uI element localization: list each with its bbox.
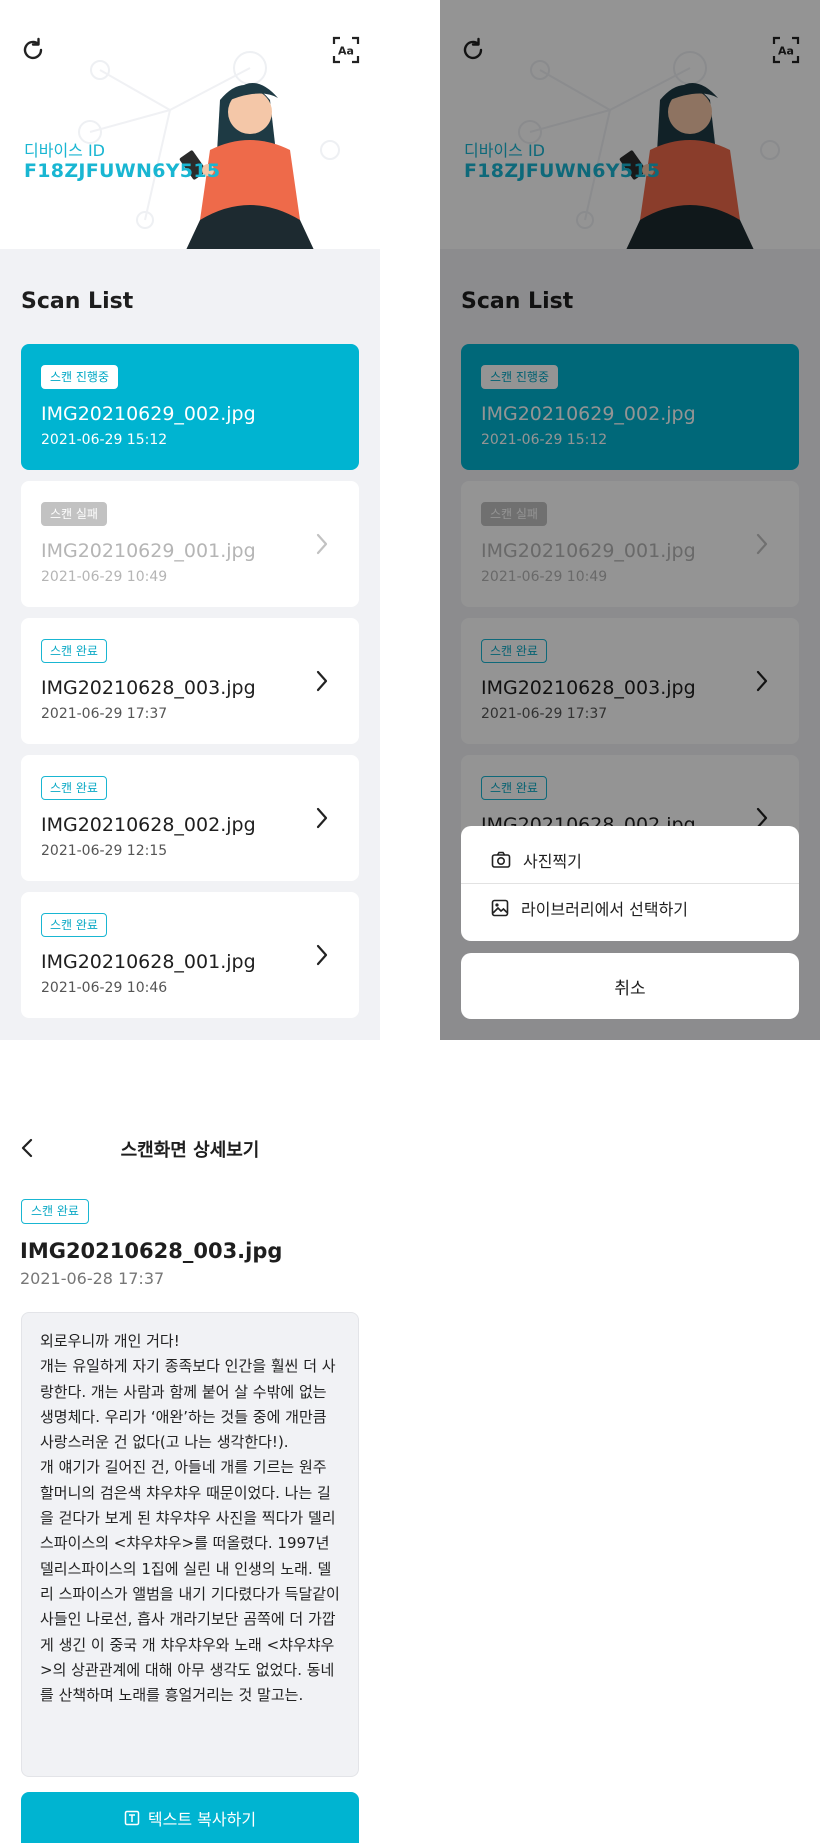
scan-item-done[interactable]: 스캔 완료 IMG20210628_001.jpg 2021-06-29 10:…: [21, 892, 359, 1018]
chevron-right-icon: [316, 533, 328, 555]
scan-item-failed[interactable]: 스캔 실패 IMG20210629_001.jpg 2021-06-29 10:…: [21, 481, 359, 607]
scan-item-in-progress[interactable]: 스캔 진행중 IMG20210629_002.jpg 2021-06-29 15…: [21, 344, 359, 470]
scan-date: 2021-06-28 17:37: [20, 1269, 165, 1288]
status-badge: 스캔 완료: [41, 639, 107, 663]
svg-text:Aa: Aa: [338, 45, 354, 58]
scan-file-name: IMG20210628_001.jpg: [41, 951, 256, 973]
scan-list-screen: Aa 디바이스 ID F18ZJFUWN6Y515 Scan List 스캔 진…: [0, 0, 380, 1040]
text-icon: [124, 1810, 140, 1825]
photo-source-action-sheet: 사진찍기 라이브러리에서 선택하기: [461, 826, 799, 941]
image-icon: [491, 899, 509, 917]
refresh-icon[interactable]: [17, 34, 49, 66]
font-size-icon[interactable]: Aa: [330, 34, 362, 66]
camera-icon: [491, 851, 511, 868]
take-photo-label: 사진찍기: [523, 852, 582, 871]
scan-date: 2021-06-29 12:15: [41, 843, 168, 859]
device-id-value: F18ZJFUWN6Y515: [24, 160, 221, 182]
scan-list-with-action-sheet: Aa 디바이스 ID F18ZJFUWN6Y515 Scan List 스캔 진…: [440, 0, 820, 1040]
cancel-button[interactable]: 취소: [461, 953, 799, 1019]
status-badge: 스캔 완료: [41, 776, 107, 800]
status-badge: 스캔 진행중: [41, 365, 119, 389]
scan-list-title: Scan List: [21, 289, 134, 314]
choose-from-library-option[interactable]: 라이브러리에서 선택하기: [461, 884, 799, 932]
scan-item-done[interactable]: 스캔 완료 IMG20210628_003.jpg 2021-06-29 17:…: [21, 618, 359, 744]
scan-date: 2021-06-29 10:49: [41, 569, 168, 585]
scan-file-name: IMG20210629_002.jpg: [41, 403, 256, 425]
device-id-label: 디바이스 ID: [24, 141, 106, 160]
scan-date: 2021-06-29 15:12: [41, 432, 168, 448]
take-photo-option[interactable]: 사진찍기: [461, 836, 799, 884]
scan-file-name: IMG20210628_003.jpg: [41, 677, 256, 699]
status-badge: 스캔 완료: [21, 1199, 89, 1224]
scan-file-name: IMG20210628_003.jpg: [20, 1239, 283, 1263]
scan-date: 2021-06-29 17:37: [41, 706, 168, 722]
choose-from-library-label: 라이브러리에서 선택하기: [521, 900, 689, 919]
scan-file-name: IMG20210629_001.jpg: [41, 540, 256, 562]
scan-item-done[interactable]: 스캔 완료 IMG20210628_002.jpg 2021-06-29 12:…: [21, 755, 359, 881]
chevron-right-icon: [316, 807, 328, 829]
copy-text-label: 텍스트 복사하기: [147, 1809, 257, 1829]
scan-file-name: IMG20210628_002.jpg: [41, 814, 256, 836]
scan-date: 2021-06-29 10:46: [41, 980, 168, 996]
device-header: Aa 디바이스 ID F18ZJFUWN6Y515: [0, 0, 380, 249]
copy-text-button[interactable]: 텍스트 복사하기: [21, 1792, 359, 1843]
scan-detail-screen: 스캔화면 상세보기 스캔 완료 IMG20210628_003.jpg 2021…: [0, 1100, 380, 1843]
status-badge: 스캔 실패: [41, 502, 107, 526]
chevron-right-icon: [316, 944, 328, 966]
status-badge: 스캔 완료: [41, 913, 107, 937]
chevron-right-icon: [316, 670, 328, 692]
scanned-text-content[interactable]: 외로우니까 개인 거다! 개는 유일하게 자기 종족보다 인간을 훨씬 더 사랑…: [21, 1312, 359, 1777]
page-title: 스캔화면 상세보기: [120, 1140, 260, 1161]
